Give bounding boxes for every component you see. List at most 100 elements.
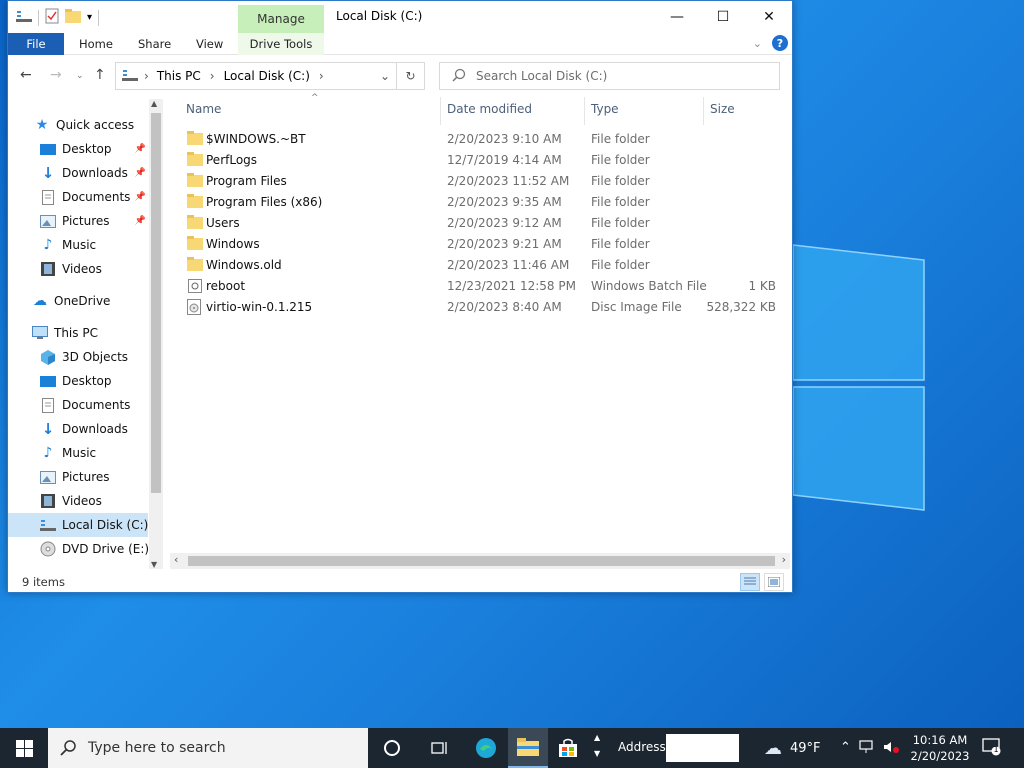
close-button[interactable]: ✕ [746,1,792,32]
nav-pane-scrollbar[interactable]: ▲ ▼ [149,99,163,569]
address-history-chevron-icon[interactable]: ⌄ [380,69,390,83]
forward-arrow-icon[interactable]: → [50,67,62,83]
column-header-name[interactable]: Name [186,102,221,116]
nav-pc-videos[interactable]: Videos [8,489,148,513]
nav-pc-music[interactable]: ♪ Music [8,441,148,465]
nav-onedrive[interactable]: ☁ OneDrive [8,289,148,313]
column-divider[interactable] [584,97,585,125]
customize-toolbar-chevron-icon[interactable]: ▾ [87,12,92,23]
nav-3d-objects[interactable]: 3D Objects [8,345,148,369]
horizontal-scroll-thumb[interactable] [188,556,775,566]
tab-share[interactable]: Share [138,33,171,55]
document-icon [40,397,56,413]
nav-dvd-drive[interactable]: DVD Drive (E:) A [8,537,161,561]
nav-pc-desktop[interactable]: Desktop [8,369,148,393]
nav-quick-music[interactable]: ♪ Music [8,233,148,257]
minimize-button[interactable]: — [654,1,700,32]
file-row[interactable]: virtio-win-0.1.215 2/20/2023 8:40 AM Disc … [186,297,786,318]
nav-quick-documents[interactable]: Documents 📌 [8,185,148,209]
file-row[interactable]: PerfLogs 12/7/2019 4:14 AM File folder [186,150,786,171]
maximize-button[interactable]: ☐ [700,1,746,32]
column-header-date[interactable]: Date modified [447,102,532,116]
back-arrow-icon[interactable]: ← [20,67,32,83]
tab-home[interactable]: Home [79,33,113,55]
tab-drive-tools[interactable]: Drive Tools [238,33,324,55]
scroll-down-arrow-icon[interactable]: ▼ [151,560,157,569]
qat-divider-2 [98,9,100,26]
breadcrumb-local-disk[interactable]: Local Disk (C:) [224,69,310,83]
pin-icon[interactable]: 📌 [135,144,146,154]
column-divider[interactable] [703,97,704,125]
help-icon[interactable]: ? [772,35,788,51]
file-row[interactable]: $WINDOWS.~BT 2/20/2023 9:10 AM File folder [186,129,786,150]
start-button[interactable] [4,728,44,768]
pin-icon[interactable]: 📌 [135,216,146,226]
scroll-up-arrow-icon[interactable]: ▲ [151,99,157,108]
nav-quick-desktop[interactable]: Desktop 📌 [8,137,148,161]
scroll-right-arrow-icon[interactable]: › [782,553,786,566]
music-note-icon: ♪ [43,445,53,461]
drive-icon[interactable] [16,9,32,26]
expand-ribbon-chevron-icon[interactable]: ⌄ [753,37,762,50]
document-icon [40,189,56,205]
nav-pc-downloads[interactable]: ↓ Downloads [8,417,148,441]
search-input[interactable]: Search Local Disk (C:) [439,62,780,90]
breadcrumb-separator-icon[interactable]: › [144,69,149,83]
file-row[interactable]: Windows.old 2/20/2023 11:46 AM File folder [186,255,786,276]
network-icon[interactable] [859,740,875,758]
breadcrumb-separator-icon[interactable]: › [210,69,215,83]
refresh-icon[interactable]: ↻ [396,63,424,89]
properties-icon[interactable] [45,8,59,27]
details-view-button[interactable] [740,573,760,591]
action-center-button[interactable]: 1 [982,738,1002,759]
nav-quick-pictures[interactable]: Pictures 📌 [8,209,148,233]
up-arrow-icon[interactable]: ↑ [94,67,106,83]
cortana-button[interactable] [372,728,412,768]
nav-quick-access[interactable]: ★ Quick access [8,113,148,137]
address-bar[interactable]: › This PC › Local Disk (C:) › ⌄ ↻ [115,62,425,90]
file-list-horizontal-scrollbar[interactable]: ‹ › [170,553,790,569]
nav-pane-scroll-thumb[interactable] [151,113,161,493]
weather-widget[interactable]: ☁ 49°F [764,738,821,759]
recent-locations-chevron-icon[interactable]: ⌄ [76,71,84,81]
nav-this-pc[interactable]: This PC [8,321,148,345]
pictures-icon [40,213,56,229]
file-row[interactable]: Program Files 2/20/2023 11:52 AM File fold… [186,171,786,192]
tab-view[interactable]: View [196,33,223,55]
file-row[interactable]: Windows 2/20/2023 9:21 AM File folder [186,234,786,255]
file-row[interactable]: Program Files (x86) 2/20/2023 9:35 AM File… [186,192,786,213]
pin-icon[interactable]: 📌 [135,168,146,178]
nav-quick-videos[interactable]: Videos [8,257,148,281]
store-button[interactable] [548,728,588,768]
edge-browser-button[interactable] [466,728,506,768]
pin-icon[interactable]: 📌 [135,192,146,202]
nav-label: Downloads [62,422,128,436]
nav-pc-documents[interactable]: Documents [8,393,148,417]
breadcrumb-separator-icon[interactable]: › [319,69,324,83]
file-explorer-taskbar-button[interactable] [508,728,548,768]
tab-file[interactable]: File [8,33,64,55]
column-header-type[interactable]: Type [591,102,619,116]
breadcrumb-this-pc[interactable]: This PC [157,69,201,83]
manage-tab[interactable]: Manage [238,5,324,33]
large-icons-view-button[interactable] [764,573,784,591]
new-folder-icon[interactable] [65,9,81,26]
clock[interactable]: 10:16 AM 2/20/2023 [908,732,972,764]
column-header-size[interactable]: Size [710,102,735,116]
pictures-icon [40,469,56,485]
toolbar-scroll-arrows[interactable]: ▲ ▼ [594,730,600,762]
column-divider[interactable] [440,97,441,125]
nav-quick-downloads[interactable]: ↓ Downloads 📌 [8,161,148,185]
scroll-left-arrow-icon[interactable]: ‹ [174,553,178,566]
nav-local-disk[interactable]: Local Disk (C:) [8,513,148,537]
window-controls: — ☐ ✕ [654,1,792,32]
taskbar-search-box[interactable]: Type here to search [48,728,368,768]
file-row[interactable]: Users 2/20/2023 9:12 AM File folder [186,213,786,234]
task-view-button[interactable] [420,728,460,768]
show-hidden-icons-chevron-icon[interactable]: ⌃ [840,740,851,758]
file-type: File folder [591,153,650,167]
volume-muted-icon[interactable] [883,740,899,758]
file-row[interactable]: reboot 12/23/2021 12:58 PM Windows Batch F… [186,276,786,297]
nav-pc-pictures[interactable]: Pictures [8,465,148,489]
address-toolbar-input[interactable] [666,734,739,762]
